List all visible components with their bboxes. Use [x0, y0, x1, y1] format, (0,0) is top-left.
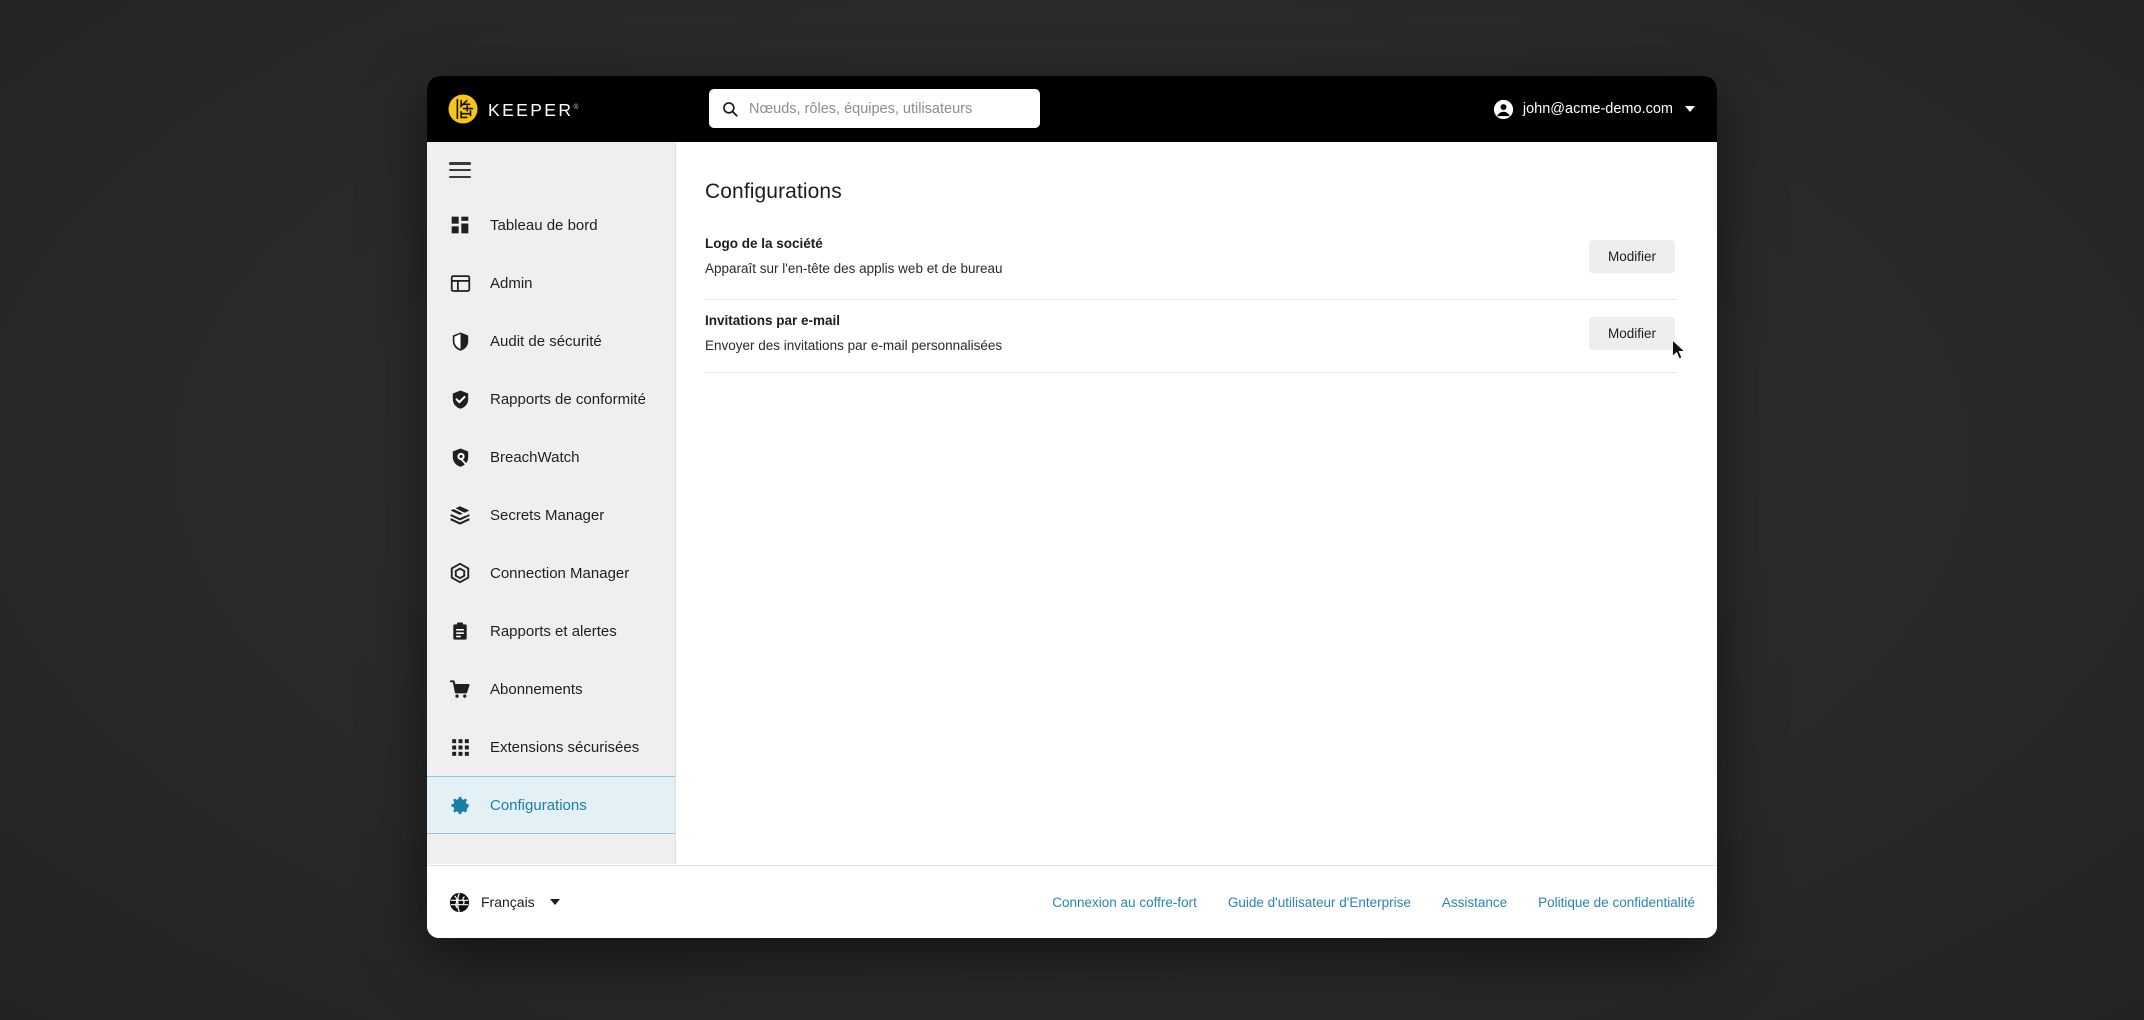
page-title: Configurations — [705, 180, 842, 203]
setting-row-email-invitations: Invitations par e-mail Envoyer des invit… — [705, 300, 1675, 373]
sidebar-item-label: Abonnements — [490, 680, 583, 698]
edit-company-logo-button[interactable]: Modifier — [1588, 239, 1675, 273]
setting-row-company-logo: Logo de la société Apparaît sur l'en-têt… — [705, 227, 1675, 300]
search-icon — [723, 101, 738, 117]
hamburger-bar — [449, 175, 471, 178]
gear-icon — [449, 794, 471, 816]
sidebar-nav: Tableau de bord Admin Audit de sécurité — [427, 196, 675, 834]
sidebar-item-label: Admin — [490, 274, 533, 292]
account-circle-icon — [1493, 99, 1513, 119]
footer-link-support[interactable]: Assistance — [1442, 895, 1507, 910]
main-content: Configurations Logo de la société Appara… — [676, 142, 1717, 865]
brand-name: KEEPER® — [488, 99, 579, 120]
setting-description: Envoyer des invitations par e-mail perso… — [705, 338, 1003, 353]
breachwatch-icon — [449, 446, 471, 468]
globe-icon — [449, 892, 470, 912]
setting-text-block: Logo de la société Apparaît sur l'en-têt… — [705, 236, 1003, 276]
footer-link-enterprise-guide[interactable]: Guide d'utilisateur d'Enterprise — [1228, 895, 1411, 910]
brand-logo[interactable]: KEEPER® — [448, 94, 579, 124]
footer: Français Connexion au coffre-fort Guide … — [427, 865, 1717, 938]
sidebar-item-admin[interactable]: Admin — [427, 254, 675, 312]
footer-links: Connexion au coffre-fort Guide d'utilisa… — [1052, 895, 1695, 910]
sidebar-item-label: Rapports de conformité — [490, 390, 646, 408]
sidebar: Tableau de bord Admin Audit de sécurité — [427, 142, 676, 864]
setting-text-block: Invitations par e-mail Envoyer des invit… — [705, 313, 1002, 353]
sidebar-item-abonnements[interactable]: Abonnements — [427, 660, 675, 718]
sidebar-item-label: BreachWatch — [490, 448, 580, 466]
sidebar-item-tableau-de-bord[interactable]: Tableau de bord — [427, 196, 675, 254]
clipboard-icon — [449, 620, 471, 642]
language-selector[interactable]: Français — [449, 892, 560, 913]
edit-email-invitations-button[interactable]: Modifier — [1588, 316, 1675, 350]
shield-icon — [449, 330, 471, 352]
sidebar-item-label: Connection Manager — [490, 564, 630, 582]
footer-link-privacy-policy[interactable]: Politique de confidentialité — [1538, 895, 1695, 910]
language-label: Français — [481, 894, 535, 910]
setting-title: Invitations par e-mail — [705, 313, 841, 328]
sidebar-item-extensions-securisees[interactable]: Extensions sécurisées — [427, 718, 675, 776]
brand-registered-mark: ® — [573, 103, 579, 111]
dashboard-icon — [449, 214, 471, 236]
hamburger-bar — [449, 162, 471, 165]
chevron-down-icon — [1685, 106, 1695, 112]
grid-apps-icon — [449, 736, 471, 758]
account-menu[interactable]: john@acme-demo.com — [1493, 99, 1695, 120]
shield-check-icon — [449, 388, 471, 410]
footer-link-vault-login[interactable]: Connexion au coffre-fort — [1052, 895, 1197, 910]
shopping-cart-icon — [449, 678, 471, 700]
global-search[interactable] — [709, 89, 1040, 128]
sidebar-item-label: Extensions sécurisées — [490, 738, 640, 756]
top-bar: KEEPER® john@acme-demo.com — [427, 76, 1717, 142]
sidebar-item-label: Audit de sécurité — [490, 332, 602, 350]
hamburger-bar — [449, 168, 471, 172]
sidebar-item-label: Configurations — [490, 796, 587, 814]
sidebar-item-configurations[interactable]: Configurations — [427, 776, 675, 834]
sidebar-item-rapports-de-conformite[interactable]: Rapports de conformité — [427, 370, 675, 428]
sidebar-item-breachwatch[interactable]: BreachWatch — [427, 428, 675, 486]
hamburger-menu-icon[interactable] — [449, 162, 471, 178]
account-email: john@acme-demo.com — [1522, 101, 1673, 117]
sidebar-item-rapports-et-alertes[interactable]: Rapports et alertes — [427, 602, 675, 660]
chevron-down-icon — [549, 899, 560, 905]
setting-description: Apparaît sur l'en-tête des applis web et… — [705, 261, 1003, 276]
sidebar-item-connection-manager[interactable]: Connection Manager — [427, 544, 675, 602]
sidebar-item-label: Secrets Manager — [490, 506, 605, 524]
search-input[interactable] — [749, 100, 1030, 117]
sidebar-item-audit-de-securite[interactable]: Audit de sécurité — [427, 312, 675, 370]
admin-panel-icon — [449, 272, 471, 294]
layers-icon — [449, 504, 471, 526]
setting-title: Logo de la société — [705, 236, 823, 251]
browser-window: KEEPER® john@acme-demo.com — [427, 76, 1717, 938]
hexagon-target-icon — [449, 562, 471, 584]
sidebar-item-secrets-manager[interactable]: Secrets Manager — [427, 486, 675, 544]
app-body: Tableau de bord Admin Audit de sécurité — [427, 142, 1717, 865]
sidebar-item-label: Tableau de bord — [490, 216, 598, 234]
keeper-logo-icon — [448, 94, 478, 124]
sidebar-item-label: Rapports et alertes — [490, 622, 617, 640]
